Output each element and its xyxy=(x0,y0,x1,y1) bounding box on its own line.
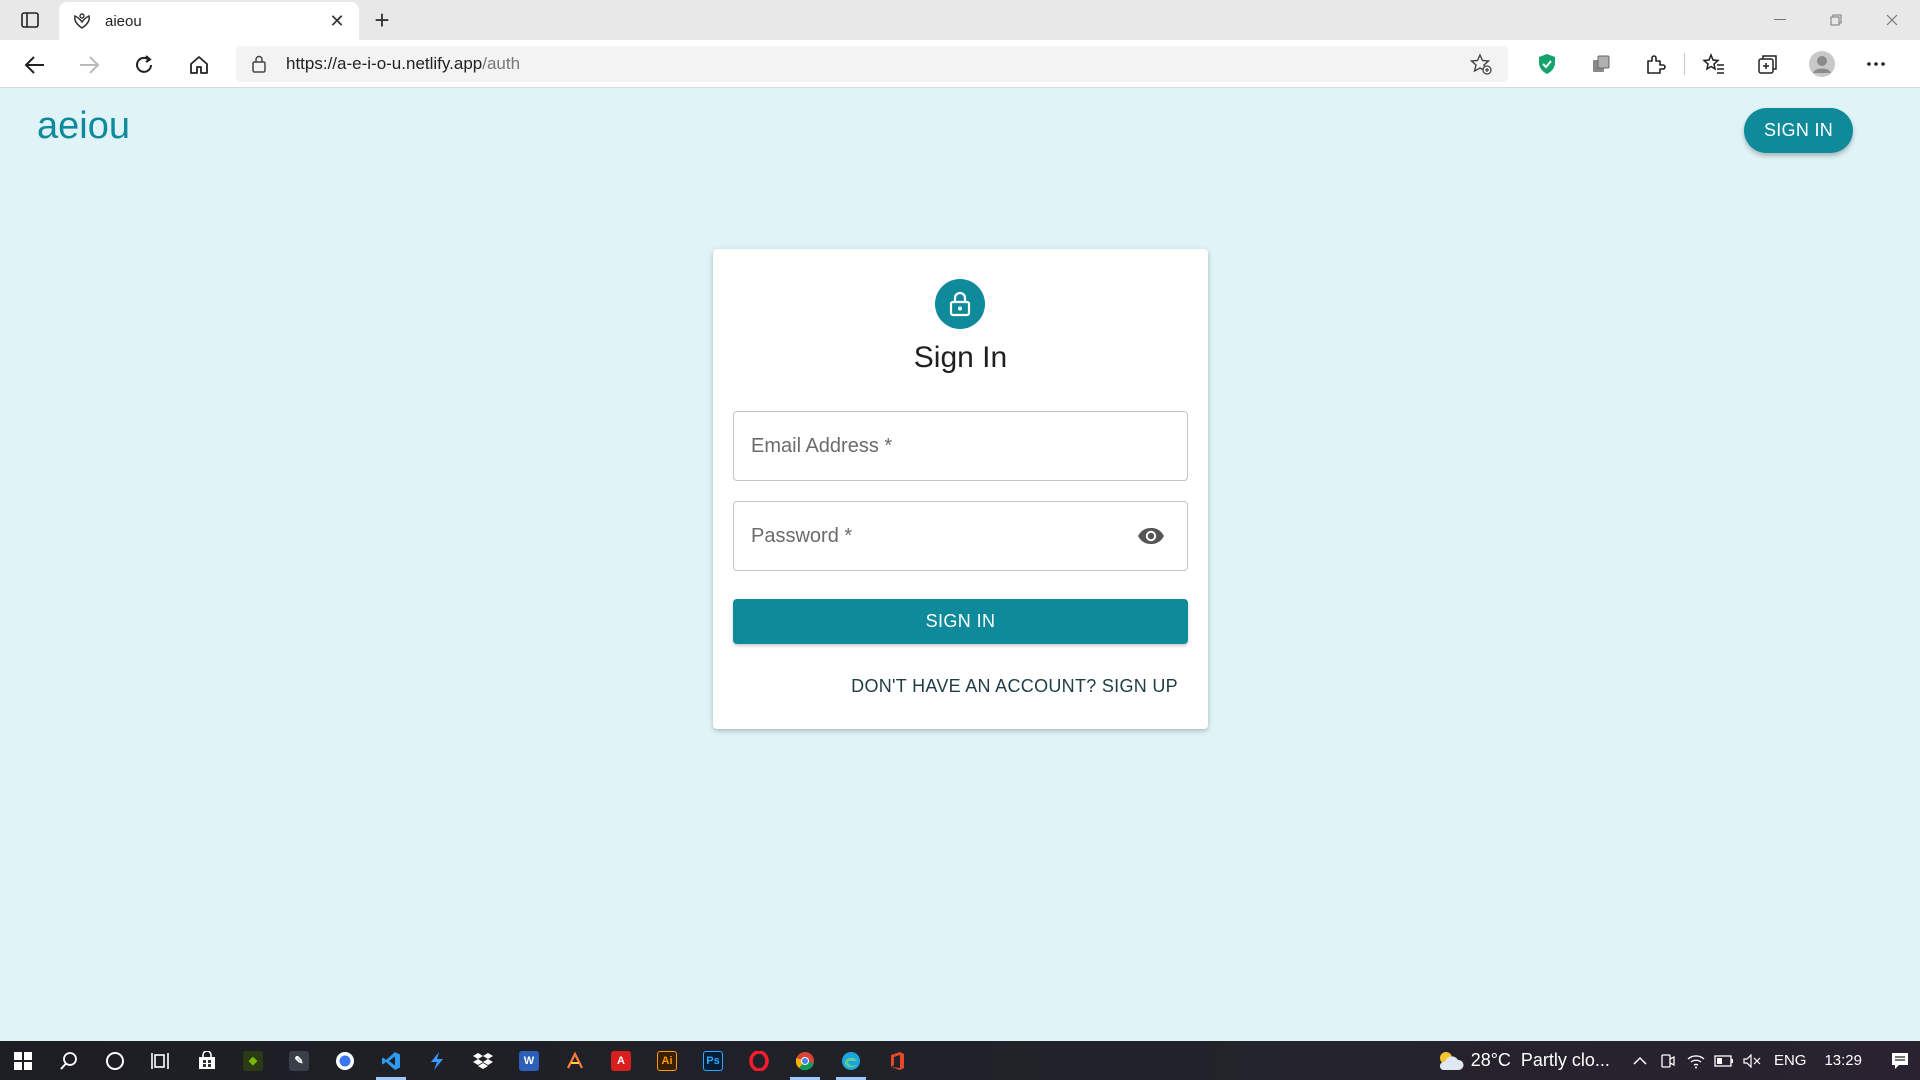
favorites-icon[interactable] xyxy=(1698,48,1730,80)
clock[interactable]: 13:29 xyxy=(1824,1052,1862,1069)
meet-now-icon[interactable] xyxy=(1654,1041,1682,1080)
shield-extension-icon[interactable] xyxy=(1531,48,1563,80)
show-password-icon[interactable] xyxy=(1134,519,1168,553)
back-icon[interactable] xyxy=(20,50,50,80)
password-field[interactable]: Password * xyxy=(733,501,1188,571)
illustrator-icon[interactable]: Ai xyxy=(644,1041,690,1080)
add-favorite-icon[interactable] xyxy=(1468,51,1494,77)
close-tab-icon[interactable]: ✕ xyxy=(327,11,347,31)
partly-cloudy-icon xyxy=(1439,1051,1464,1070)
email-placeholder: Email Address * xyxy=(751,434,893,457)
battery-icon[interactable] xyxy=(1710,1041,1738,1080)
brand-logo[interactable]: aeiou xyxy=(37,105,130,148)
close-window-icon[interactable] xyxy=(1864,0,1920,40)
home-icon[interactable] xyxy=(184,50,214,80)
site-favicon-icon xyxy=(71,10,93,32)
browser-toolbar: https://a-e-i-o-u.netlify.app/auth xyxy=(0,40,1920,88)
opera-icon[interactable] xyxy=(736,1041,782,1080)
minimize-icon[interactable] xyxy=(1752,0,1808,40)
chevron-up-icon[interactable] xyxy=(1626,1041,1654,1080)
cortana-icon[interactable] xyxy=(92,1041,138,1080)
browser-extensions xyxy=(1520,48,1903,80)
lock-icon xyxy=(935,279,985,329)
signup-link[interactable]: DON'T HAVE AN ACCOUNT? SIGN UP xyxy=(851,676,1178,697)
address-bar[interactable]: https://a-e-i-o-u.netlify.app/auth xyxy=(236,46,1508,82)
browser-tab-bar: aieou ✕ + xyxy=(0,0,1920,40)
search-icon[interactable] xyxy=(46,1041,92,1080)
volume-muted-icon[interactable] xyxy=(1738,1041,1766,1080)
copy-extension-icon[interactable] xyxy=(1585,48,1617,80)
language-indicator[interactable]: ENG xyxy=(1774,1052,1807,1069)
acrobat-icon[interactable]: A xyxy=(598,1041,644,1080)
profile-avatar-icon[interactable] xyxy=(1806,48,1838,80)
password-placeholder: Password * xyxy=(751,524,853,547)
page-content: aeiou SIGN IN Sign In Email Address * Pa… xyxy=(0,89,1920,1041)
signin-title: Sign In xyxy=(913,341,1008,374)
weather-temperature: 28°C xyxy=(1470,1050,1511,1070)
extensions-icon[interactable] xyxy=(1639,48,1671,80)
refresh-icon[interactable] xyxy=(129,50,159,80)
tab-actions-icon[interactable] xyxy=(18,9,42,31)
signal-icon[interactable] xyxy=(322,1041,368,1080)
collections-icon[interactable] xyxy=(1752,48,1784,80)
email-field[interactable]: Email Address * xyxy=(733,411,1188,481)
git-app-icon[interactable] xyxy=(552,1041,598,1080)
store-icon[interactable] xyxy=(184,1041,230,1080)
more-options-icon[interactable] xyxy=(1860,48,1892,80)
signin-card: Sign In Email Address * Password * SIGN … xyxy=(713,249,1208,729)
word-icon[interactable]: W xyxy=(506,1041,552,1080)
task-view-icon[interactable] xyxy=(138,1041,184,1080)
chrome-icon[interactable] xyxy=(782,1041,828,1080)
vscode-icon[interactable] xyxy=(368,1041,414,1080)
toolbar-divider xyxy=(1684,53,1685,75)
office-icon[interactable] xyxy=(874,1041,920,1080)
dropbox-icon[interactable] xyxy=(460,1041,506,1080)
url-path: /auth xyxy=(482,54,521,73)
lock-icon[interactable] xyxy=(250,55,268,73)
header-signin-button[interactable]: SIGN IN xyxy=(1744,108,1853,153)
weather-condition: Partly clo... xyxy=(1520,1050,1610,1070)
photoshop-icon[interactable]: Ps xyxy=(690,1041,736,1080)
nvidia-icon[interactable]: ◆ xyxy=(230,1041,276,1080)
window-controls xyxy=(1752,0,1920,40)
notifications-icon[interactable] xyxy=(1880,1041,1920,1080)
pen-app-icon[interactable]: ✎ xyxy=(276,1041,322,1080)
system-tray: 28°C Partly clo... ENG 13:29 xyxy=(1435,1041,1920,1080)
url-host: https://a-e-i-o-u.netlify.app xyxy=(286,54,483,73)
weather-widget[interactable]: 28°C Partly clo... xyxy=(1435,1049,1610,1073)
url-text[interactable]: https://a-e-i-o-u.netlify.app/auth xyxy=(286,54,1468,74)
browser-tab[interactable]: aieou ✕ xyxy=(59,2,359,40)
signin-submit-button[interactable]: SIGN IN xyxy=(733,599,1188,644)
bolt-app-icon[interactable] xyxy=(414,1041,460,1080)
new-tab-icon[interactable]: + xyxy=(368,5,396,35)
restore-icon[interactable] xyxy=(1808,0,1864,40)
tab-title: aieou xyxy=(105,12,142,30)
wifi-icon[interactable] xyxy=(1682,1041,1710,1080)
forward-icon[interactable] xyxy=(74,50,104,80)
windows-start-icon[interactable] xyxy=(0,1041,46,1080)
taskbar: ◆ ✎ W A Ai Ps 28°C Partly clo... ENG 13:… xyxy=(0,1041,1920,1080)
edge-icon[interactable] xyxy=(828,1041,874,1080)
